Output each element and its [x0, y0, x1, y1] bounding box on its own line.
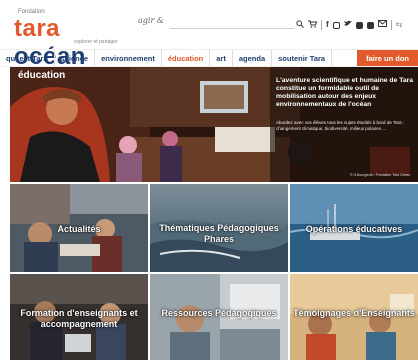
donate-button[interactable]: faire un don	[357, 50, 418, 66]
header-tagline: agir &	[138, 16, 164, 25]
logo-subtitle: explorer et partager	[74, 39, 118, 45]
site-header: Fondation tara océan explorer et partage…	[0, 0, 418, 70]
tile-label: Opérations éducatives	[305, 224, 403, 234]
tile-operations[interactable]: Opérations éducatives	[290, 184, 418, 272]
divider	[321, 20, 322, 30]
nav-item-education[interactable]: éducation	[162, 50, 211, 66]
nav-item-environnement[interactable]: environnement	[95, 50, 162, 66]
tile-label: Actualités	[57, 224, 101, 234]
cart-icon[interactable]	[308, 20, 318, 31]
youtube-icon[interactable]	[355, 21, 363, 29]
logo-word-tara: tara	[14, 15, 61, 42]
nav-item-art[interactable]: art	[210, 50, 233, 66]
mail-icon[interactable]	[377, 20, 387, 30]
nav-item-agenda[interactable]: agenda	[233, 50, 273, 66]
divider	[390, 20, 392, 30]
tile-label: Formation d'enseignants et accompagnemen…	[20, 308, 138, 329]
twitter-icon[interactable]	[343, 20, 352, 30]
instagram-icon[interactable]	[332, 21, 340, 29]
facebook-icon[interactable]: f	[326, 20, 329, 30]
hero-heading: L'aventure scientifique et humaine de Ta…	[276, 77, 414, 108]
tile-actualites[interactable]: Actualités	[10, 184, 148, 272]
hero-title: éducation	[18, 70, 66, 81]
tile-thematiques[interactable]: Thématiques Pédagogiques Phares	[150, 184, 288, 272]
search-icon[interactable]	[296, 19, 304, 31]
header-icons: f ⇆	[296, 18, 402, 32]
tile-label: Ressources Pédagogiques	[161, 308, 277, 318]
main-nav: qui est Tara science environnement éduca…	[0, 49, 418, 67]
tile-ressources[interactable]: Ressources Pédagogiques	[150, 274, 288, 360]
nav-item-science[interactable]: science	[55, 50, 96, 66]
search-input[interactable]	[170, 28, 294, 29]
photo-credit: © N.Bourgeois / Fondation Tara Océan	[350, 173, 411, 177]
dailymotion-icon[interactable]	[366, 21, 374, 29]
hero-banner: éducation L'aventure scientifique et hum…	[10, 67, 418, 182]
education-tiles-grid: Actualités Thématiques Pédagogiques Phar…	[10, 184, 418, 360]
tile-label: Thématiques Pédagogiques Phares	[159, 223, 279, 244]
nav-item-qui-est-tara[interactable]: qui est Tara	[0, 50, 55, 66]
nav-item-soutenir-tara[interactable]: soutenir Tara	[272, 50, 333, 66]
tara-ocean-logo[interactable]: Fondation tara océan explorer et partage…	[14, 9, 134, 70]
tile-formation[interactable]: Formation d'enseignants et accompagnemen…	[10, 274, 148, 360]
hero-description: Abordez avec vos élèves tous les sujets …	[276, 120, 405, 131]
tile-temoignages[interactable]: Témoignages d'Enseignants	[290, 274, 418, 360]
language-icon[interactable]: ⇆	[396, 20, 403, 30]
tile-label: Témoignages d'Enseignants	[293, 308, 415, 318]
